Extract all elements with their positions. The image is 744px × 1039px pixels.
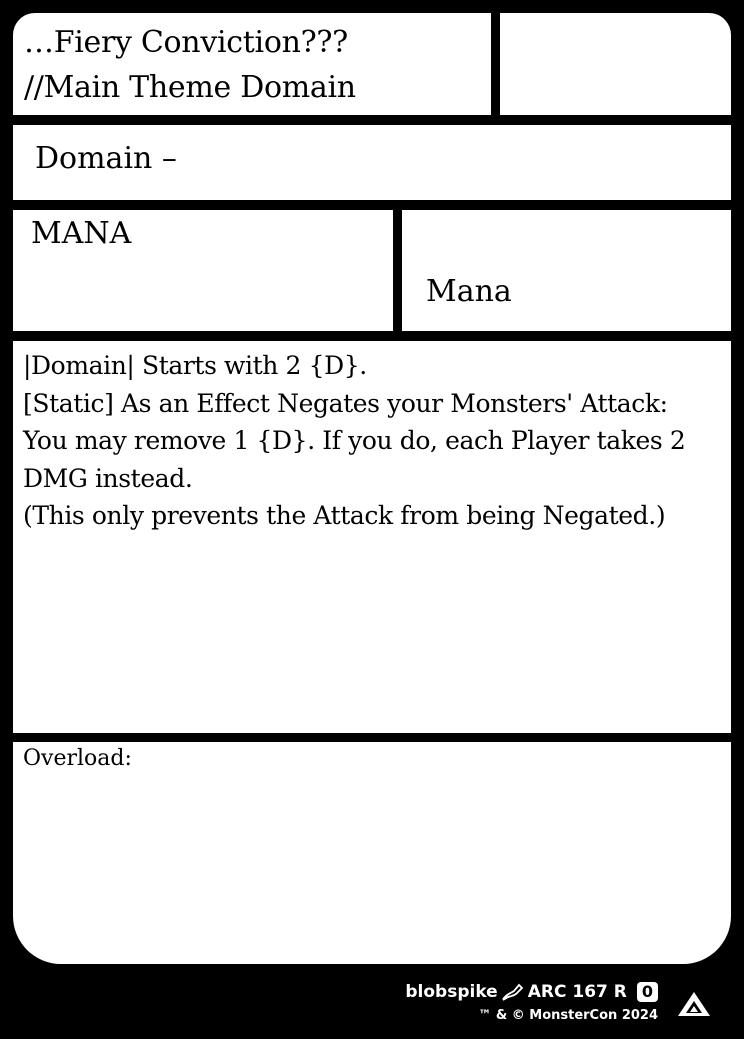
stat-box-right: Mana bbox=[402, 210, 731, 331]
rules-text: |Domain| Starts with 2 {D}. [Static] As … bbox=[23, 347, 723, 535]
footer-credit: blobspike ARC 167 R 0 bbox=[405, 982, 658, 1002]
copyright: ™ & © MonsterCon 2024 bbox=[478, 1008, 658, 1023]
type-line-box: Domain – bbox=[13, 125, 731, 200]
type-line: Domain – bbox=[35, 141, 177, 176]
card-title: …Fiery Conviction??? bbox=[24, 25, 348, 60]
overload-box: Overload: bbox=[13, 742, 731, 964]
set-symbol-icon bbox=[676, 990, 712, 1018]
title-box: …Fiery Conviction??? //Main Theme Domain bbox=[13, 13, 491, 115]
rules-line: DMG instead. bbox=[23, 463, 193, 493]
artist-name: blobspike bbox=[405, 982, 498, 1002]
set-info: ARC 167 R bbox=[527, 982, 627, 1002]
overload-label: Overload: bbox=[23, 746, 132, 771]
cost-box bbox=[500, 13, 731, 115]
rules-line: |Domain| Starts with 2 {D}. bbox=[23, 351, 367, 380]
stat-right-label: Mana bbox=[426, 274, 512, 309]
stat-left-label: MANA bbox=[31, 216, 132, 251]
rarity-badge: 0 bbox=[636, 982, 658, 1002]
rules-line: You may remove 1 {D}. If you do, each Pl… bbox=[23, 426, 686, 455]
rules-text-box: |Domain| Starts with 2 {D}. [Static] As … bbox=[13, 341, 731, 733]
stat-box-left: MANA bbox=[13, 210, 393, 331]
rules-line: (This only prevents the Attack from bein… bbox=[23, 501, 666, 530]
rules-line: [Static] As an Effect Negates your Monst… bbox=[23, 388, 668, 418]
card-subtitle: //Main Theme Domain bbox=[24, 70, 356, 105]
pen-icon bbox=[501, 982, 524, 1002]
